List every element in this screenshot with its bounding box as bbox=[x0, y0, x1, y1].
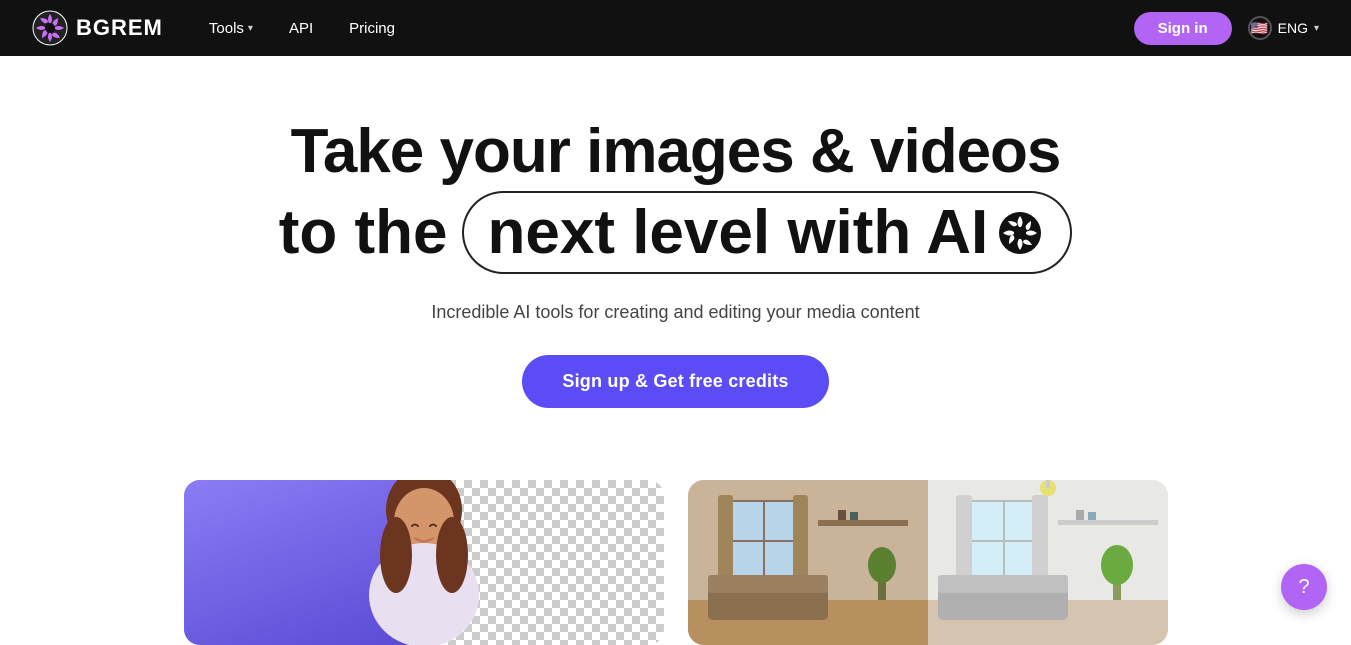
navbar: BGREM Tools ▾ API Pricing Sign in 🇺🇸 ENG… bbox=[0, 0, 1351, 56]
room-after-svg bbox=[928, 480, 1168, 645]
person-svg bbox=[314, 480, 534, 645]
hero-title-line2: to the next level with AI bbox=[20, 191, 1331, 274]
room-before bbox=[688, 480, 928, 645]
lang-label: ENG bbox=[1278, 20, 1308, 36]
nav-api[interactable]: API bbox=[275, 14, 327, 43]
support-button[interactable]: ? bbox=[1281, 564, 1327, 610]
chevron-down-icon: ▾ bbox=[1314, 23, 1319, 34]
hero-highlight-box: next level with AI bbox=[462, 191, 1073, 274]
flag-icon: 🇺🇸 bbox=[1248, 16, 1272, 40]
navbar-right: Sign in 🇺🇸 ENG ▾ bbox=[1134, 12, 1319, 45]
shutter-decoration-icon bbox=[998, 211, 1042, 255]
hero-title-line1: Take your images & videos bbox=[20, 116, 1331, 187]
nav-pricing[interactable]: Pricing bbox=[335, 14, 409, 43]
brand-name: BGREM bbox=[76, 15, 163, 41]
person-figure bbox=[184, 480, 664, 645]
room-before-svg bbox=[688, 480, 928, 645]
brand-logo[interactable]: BGREM bbox=[32, 10, 163, 46]
hero-highlight-text: next level with AI bbox=[488, 197, 989, 268]
logo-icon bbox=[32, 10, 68, 46]
room-after bbox=[928, 480, 1168, 645]
signup-cta-button[interactable]: Sign up & Get free credits bbox=[522, 355, 828, 408]
nav-tools[interactable]: Tools ▾ bbox=[195, 14, 267, 43]
hero-title-prefix: to the bbox=[279, 197, 448, 268]
bg-removal-preview bbox=[184, 480, 664, 645]
main-nav: Tools ▾ API Pricing bbox=[195, 14, 409, 43]
hero-section: Take your images & videos to the next le… bbox=[0, 56, 1351, 448]
chevron-down-icon: ▾ bbox=[248, 23, 253, 34]
preview-images-section bbox=[0, 448, 1351, 645]
hero-subtitle: Incredible AI tools for creating and edi… bbox=[20, 302, 1331, 323]
hero-cta-area: Sign up & Get free credits bbox=[20, 355, 1331, 408]
signin-button[interactable]: Sign in bbox=[1134, 12, 1232, 45]
language-selector[interactable]: 🇺🇸 ENG ▾ bbox=[1248, 16, 1319, 40]
support-icon: ? bbox=[1298, 576, 1309, 599]
room-enhancement-preview bbox=[688, 480, 1168, 645]
